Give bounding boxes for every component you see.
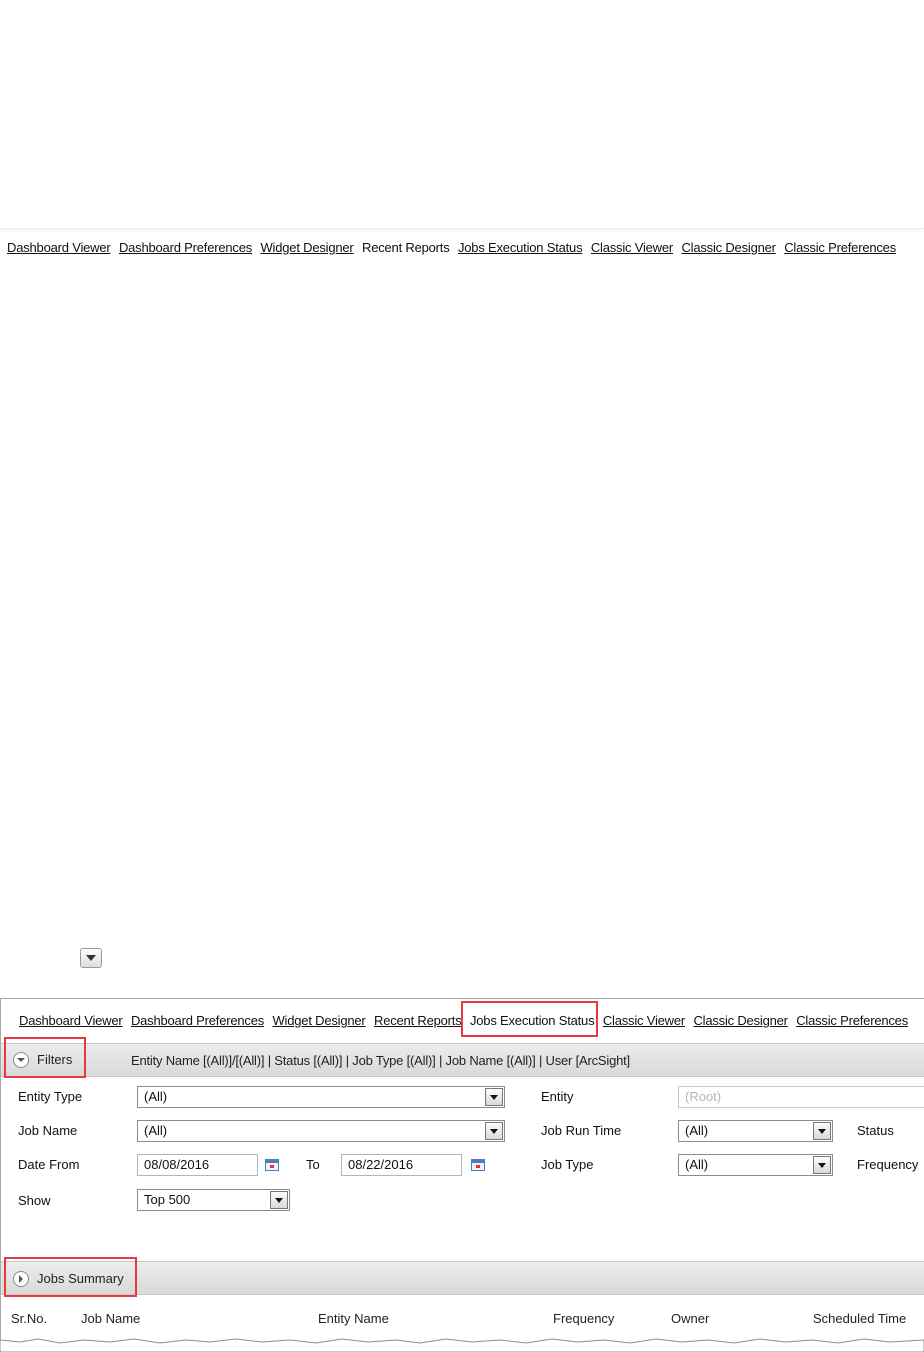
entity-label: Entity [541, 1089, 574, 1104]
calendar-icon[interactable] [265, 1159, 279, 1171]
show-value: Top 500 [144, 1192, 191, 1207]
column-header: Owner [671, 1311, 710, 1326]
calendar-icon[interactable] [471, 1159, 485, 1171]
entity-type-select[interactable]: (All) [137, 1086, 505, 1108]
nav-classic-designer[interactable]: Classic Designer [681, 240, 776, 255]
job-name-value: (All) [144, 1123, 168, 1138]
job-type-value: (All) [685, 1157, 709, 1172]
job-run-time-value: (All) [685, 1123, 709, 1138]
column-header: Entity Name [318, 1311, 389, 1326]
top-blank-area [0, 0, 924, 229]
column-header: Frequency [553, 1311, 615, 1326]
date-to-value: 08/22/2016 [348, 1157, 414, 1172]
nav-dashboard-preferences[interactable]: Dashboard Preferences [119, 240, 252, 255]
filters-bar[interactable]: Filters Entity Name [(All)]/[(All)] | St… [1, 1043, 924, 1077]
dropdown-arrow-icon[interactable] [485, 1122, 503, 1140]
jobs-execution-panel: Dashboard Viewer Dashboard Preferences W… [0, 998, 924, 1352]
job-name-label: Job Name [18, 1123, 78, 1138]
expand-down-icon[interactable] [13, 1052, 29, 1068]
panel-nav-classic-preferences[interactable]: Classic Preferences [796, 1013, 908, 1028]
collapse-toggle-button[interactable] [80, 948, 102, 968]
jobs-summary-bar[interactable]: Jobs Summary [1, 1261, 924, 1295]
job-type-select[interactable]: (All) [678, 1154, 833, 1176]
panel-nav-recent-reports[interactable]: Recent Reports [374, 1013, 462, 1028]
panel-nav-dashboard-preferences[interactable]: Dashboard Preferences [131, 1013, 264, 1028]
nav-classic-preferences[interactable]: Classic Preferences [784, 240, 896, 255]
jobs-summary-title[interactable]: Jobs Summary [37, 1271, 124, 1286]
expand-right-icon[interactable] [13, 1271, 29, 1287]
panel-nav-widget-designer[interactable]: Widget Designer [272, 1013, 365, 1028]
column-header: Sr.No. [11, 1311, 48, 1326]
entity-value: (Root) [685, 1089, 722, 1104]
torn-edge [0, 1338, 924, 1352]
to-label: To [306, 1157, 320, 1172]
filters-title[interactable]: Filters [37, 1052, 72, 1067]
date-to-input[interactable]: 08/22/2016 [341, 1154, 462, 1176]
nav-jobs-execution-status[interactable]: Jobs Execution Status [458, 240, 583, 255]
dropdown-arrow-icon[interactable] [813, 1156, 831, 1174]
job-name-select[interactable]: (All) [137, 1120, 505, 1142]
chevron-down-icon [86, 955, 96, 961]
panel-nav-jobs-execution-status: Jobs Execution Status [469, 1013, 595, 1028]
nav-recent-reports: Recent Reports [362, 240, 450, 255]
dropdown-arrow-icon[interactable] [270, 1191, 288, 1209]
show-label: Show [18, 1193, 51, 1208]
dropdown-arrow-icon[interactable] [485, 1088, 503, 1106]
date-from-label: Date From [18, 1157, 80, 1172]
panel-nav-classic-viewer[interactable]: Classic Viewer [603, 1013, 685, 1028]
nav-classic-viewer[interactable]: Classic Viewer [591, 240, 673, 255]
entity-type-label: Entity Type [18, 1089, 83, 1104]
dropdown-arrow-icon[interactable] [813, 1122, 831, 1140]
nav-widget-designer[interactable]: Widget Designer [260, 240, 353, 255]
job-type-label: Job Type [541, 1157, 594, 1172]
job-run-time-label: Job Run Time [541, 1123, 622, 1138]
entity-field: (Root) [678, 1086, 924, 1108]
panel-nav-dashboard-viewer[interactable]: Dashboard Viewer [19, 1013, 123, 1028]
date-from-value: 08/08/2016 [144, 1157, 210, 1172]
nav-dashboard-viewer[interactable]: Dashboard Viewer [7, 240, 111, 255]
nav-bar-panel: Dashboard Viewer Dashboard Preferences W… [19, 1013, 913, 1028]
status-label: Status [857, 1123, 894, 1138]
panel-nav-classic-designer[interactable]: Classic Designer [693, 1013, 788, 1028]
date-from-input[interactable]: 08/08/2016 [137, 1154, 258, 1176]
entity-type-value: (All) [144, 1089, 168, 1104]
job-run-time-select[interactable]: (All) [678, 1120, 833, 1142]
show-select[interactable]: Top 500 [137, 1189, 290, 1211]
frequency-label: Frequency [857, 1157, 919, 1172]
column-header: Job Name [81, 1311, 141, 1326]
nav-bar-top: Dashboard Viewer Dashboard Preferences W… [7, 240, 901, 255]
filters-summary: Entity Name [(All)]/[(All)] | Status [(A… [131, 1053, 630, 1068]
column-header: Scheduled Time [813, 1311, 907, 1326]
